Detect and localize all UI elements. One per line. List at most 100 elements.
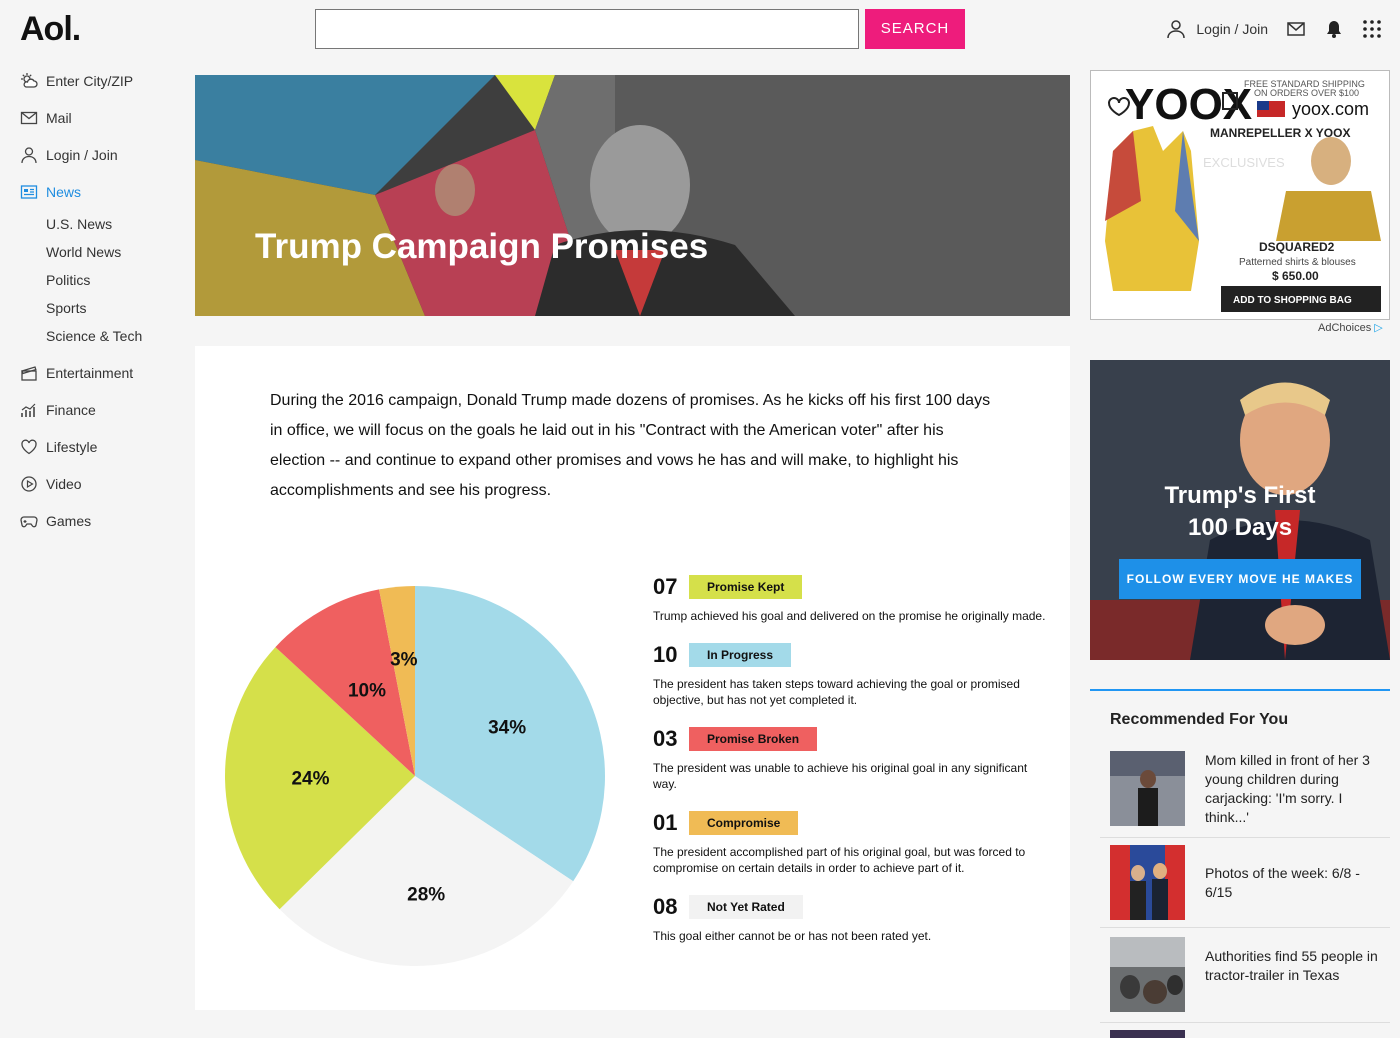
ad-price: $ 650.00 [1272,269,1319,283]
sidebar-item-label: Mail [46,109,72,126]
sidebar-item-label: Video [46,475,82,492]
legend-item-compromise: 01 Compromise The president accomplished… [653,808,1053,876]
legend-badge: Not Yet Rated [689,895,803,919]
search-input[interactable] [315,9,859,49]
legend-badge: In Progress [689,643,792,667]
pie-slice-label: 34% [488,718,526,739]
weather-icon [20,72,38,90]
adchoices-link[interactable]: AdChoices ▷ [1318,321,1383,334]
header-login-label: Login / Join [1196,21,1268,37]
play-icon [20,475,38,493]
bell-icon[interactable] [1324,19,1344,39]
apps-grid-icon[interactable] [1362,19,1382,39]
mail-icon [20,109,38,127]
search-button[interactable]: SEARCH [865,9,965,49]
promises-pie-chart: 34% 28% 24% 10% 3% [220,581,610,971]
pie-legend: 07 Promise Kept Trump achieved his goal … [653,572,1053,960]
ad-brand: YOOX [1125,80,1252,129]
ad-product-brand: DSQUARED2 [1259,240,1335,254]
legend-description: Trump achieved his goal and delivered on… [653,609,1046,623]
pie-slice-label: 10% [348,681,386,702]
pie-slice-label: 28% [407,884,445,905]
hero-image [195,75,1070,316]
promo-trump-100-days[interactable]: Trump's First 100 Days FOLLOW EVERY MOVE… [1090,360,1390,660]
article-card: During the 2016 campaign, Donald Trump m… [195,346,1070,1010]
recommended-separator [1100,837,1390,838]
sidebar-item-login[interactable]: Login / Join [0,136,180,173]
recommended-item[interactable]: Photos of the week: 6/8 - 6/15 [1110,845,1390,920]
recommended-headline: Photos of the week: 6/8 - 6/15 [1205,865,1360,900]
sidebar-item-lifestyle[interactable]: Lifestyle [0,428,180,465]
promo-title-line-1: Trump's First [1164,482,1316,509]
legend-count: 10 [653,642,678,667]
recommended-thumbnail-partial [1110,1030,1185,1038]
legend-item-in-progress: 10 In Progress The president has taken s… [653,640,1053,708]
legend-item-not-rated: 08 Not Yet Rated This goal either cannot… [653,892,1053,944]
mail-icon[interactable] [1286,19,1306,39]
adchoices-label: AdChoices [1318,322,1372,334]
hero-title: Trump Campaign Promises [255,227,709,266]
clapper-icon [20,364,38,382]
legend-description: The president accomplished part of his o… [653,845,1026,875]
sidebar-item-entertainment[interactable]: Entertainment [0,354,180,391]
legend-description: The president has taken steps toward ach… [653,677,1020,707]
adchoices-icon: ▷ [1374,322,1383,334]
sidebar-subitem-politics[interactable]: Politics [0,266,180,294]
recommended-headline: Authorities find 55 people in tractor-tr… [1205,948,1378,983]
legend-description: This goal either cannot be or has not be… [653,929,932,943]
news-icon [20,183,38,201]
top-header: Aol. SEARCH Login / Join [0,0,1400,60]
sidebar-item-label: Entertainment [46,364,134,381]
sidebar-item-news[interactable]: News [0,173,180,210]
recommended-item[interactable]: Authorities find 55 people in tractor-tr… [1110,937,1390,1012]
recommended-title: Recommended For You [1110,711,1289,728]
promo-follow-button[interactable]: FOLLOW EVERY MOVE HE MAKES [1119,559,1361,599]
sidebar-subitem-world-news[interactable]: World News [0,238,180,266]
user-icon [20,146,38,164]
ad-shipping-2: ON ORDERS OVER $100 [1254,88,1359,98]
sidebar-subitem-science-tech[interactable]: Science & Tech [0,322,180,350]
aol-logo[interactable]: Aol. [20,10,81,49]
ad-artwork: YOOX FREE STANDARD SHIPPING ON ORDERS OV… [1091,71,1389,319]
pie-chart-svg: 34% 28% 24% 10%3% [224,586,605,967]
sidebar-item-mail[interactable]: Mail [0,99,180,136]
legend-badge: Promise Kept [689,575,803,599]
header-login-link[interactable]: Login / Join [1166,19,1268,39]
ad-product-desc: Patterned shirts & blouses [1239,257,1356,268]
recommended-thumbnail [1110,937,1185,1012]
sidebar-item-label: News [46,183,82,200]
ad-site: yoox.com [1292,99,1369,119]
hero-banner: Trump Campaign Promises [195,75,1070,316]
recommended-thumbnail [1110,845,1185,920]
recommended-separator [1100,927,1390,928]
legend-badge: Promise Broken [689,727,818,751]
intro-paragraph: During the 2016 campaign, Donald Trump m… [270,392,991,499]
recommended-item[interactable]: Mom killed in front of her 3 young child… [1110,751,1390,827]
pie-slice-label: 24% [291,769,329,790]
sidebar-item-games[interactable]: Games [0,502,180,539]
sidebar-item-label: Enter City/ZIP [46,72,134,89]
promo-title: Trump's First 100 Days [1090,480,1390,544]
sidebar-subitem-us-news[interactable]: U.S. News [0,210,180,238]
heart-icon [20,438,38,456]
yoox-ad[interactable]: YOOX FREE STANDARD SHIPPING ON ORDERS OV… [1090,70,1390,320]
left-sidebar: Enter City/ZIP Mail Login / Join News U.… [0,62,180,539]
legend-count: 07 [653,574,678,599]
recommended-headline: Mom killed in front of her 3 young child… [1205,752,1370,825]
header-actions: Login / Join [1166,14,1382,44]
sidebar-subitem-sports[interactable]: Sports [0,294,180,322]
legend-item-broken: 03 Promise Broken The president was unab… [653,724,1053,792]
sidebar-item-weather[interactable]: Enter City/ZIP [0,62,180,99]
sidebar-item-label: Games [46,512,92,529]
legend-count: 03 [653,726,678,751]
recommended-separator [1100,1022,1390,1023]
ad-exclusives: EXCLUSIVES [1203,155,1285,170]
sidebar-item-finance[interactable]: Finance [0,391,180,428]
sidebar-item-video[interactable]: Video [0,465,180,502]
legend-description: The president was unable to achieve his … [653,761,1028,791]
promo-title-line-2: 100 Days [1187,514,1293,541]
legend-item-kept: 07 Promise Kept Trump achieved his goal … [653,572,1053,624]
ad-cta-label: ADD TO SHOPPING BAG [1233,295,1352,306]
recommended-thumbnail [1110,751,1185,826]
user-icon [1167,20,1186,39]
